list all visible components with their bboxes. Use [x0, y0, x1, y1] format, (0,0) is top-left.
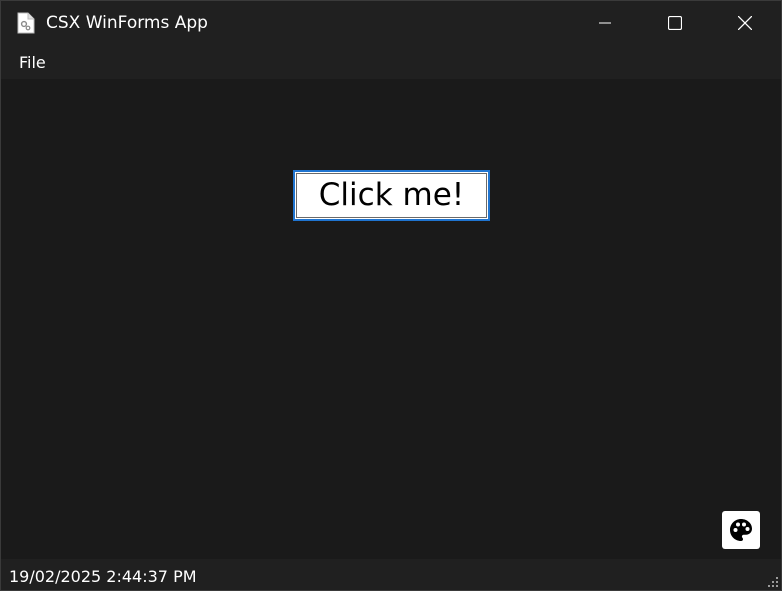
palette-icon: [730, 519, 752, 541]
app-window: CSX WinForms App File Click me! 19/02/20…: [0, 0, 782, 591]
maximize-button[interactable]: [640, 1, 710, 45]
client-area: Click me!: [1, 79, 781, 559]
status-timestamp: 19/02/2025 2:44:37 PM: [9, 567, 197, 586]
maximize-icon: [668, 16, 682, 30]
title-bar[interactable]: CSX WinForms App: [1, 1, 781, 45]
status-bar: 19/02/2025 2:44:37 PM: [1, 559, 781, 590]
app-icon[interactable]: [17, 12, 35, 34]
close-button[interactable]: [710, 1, 780, 45]
click-me-button[interactable]: Click me!: [293, 170, 490, 221]
resize-grip-icon[interactable]: [765, 574, 779, 588]
minimize-icon: [599, 22, 611, 24]
minimize-button[interactable]: [570, 1, 640, 45]
close-icon: [738, 16, 752, 30]
menu-bar: File: [1, 45, 781, 79]
theme-toggle-button[interactable]: [722, 511, 760, 549]
window-title: CSX WinForms App: [46, 13, 208, 33]
menu-item-file[interactable]: File: [9, 51, 56, 75]
